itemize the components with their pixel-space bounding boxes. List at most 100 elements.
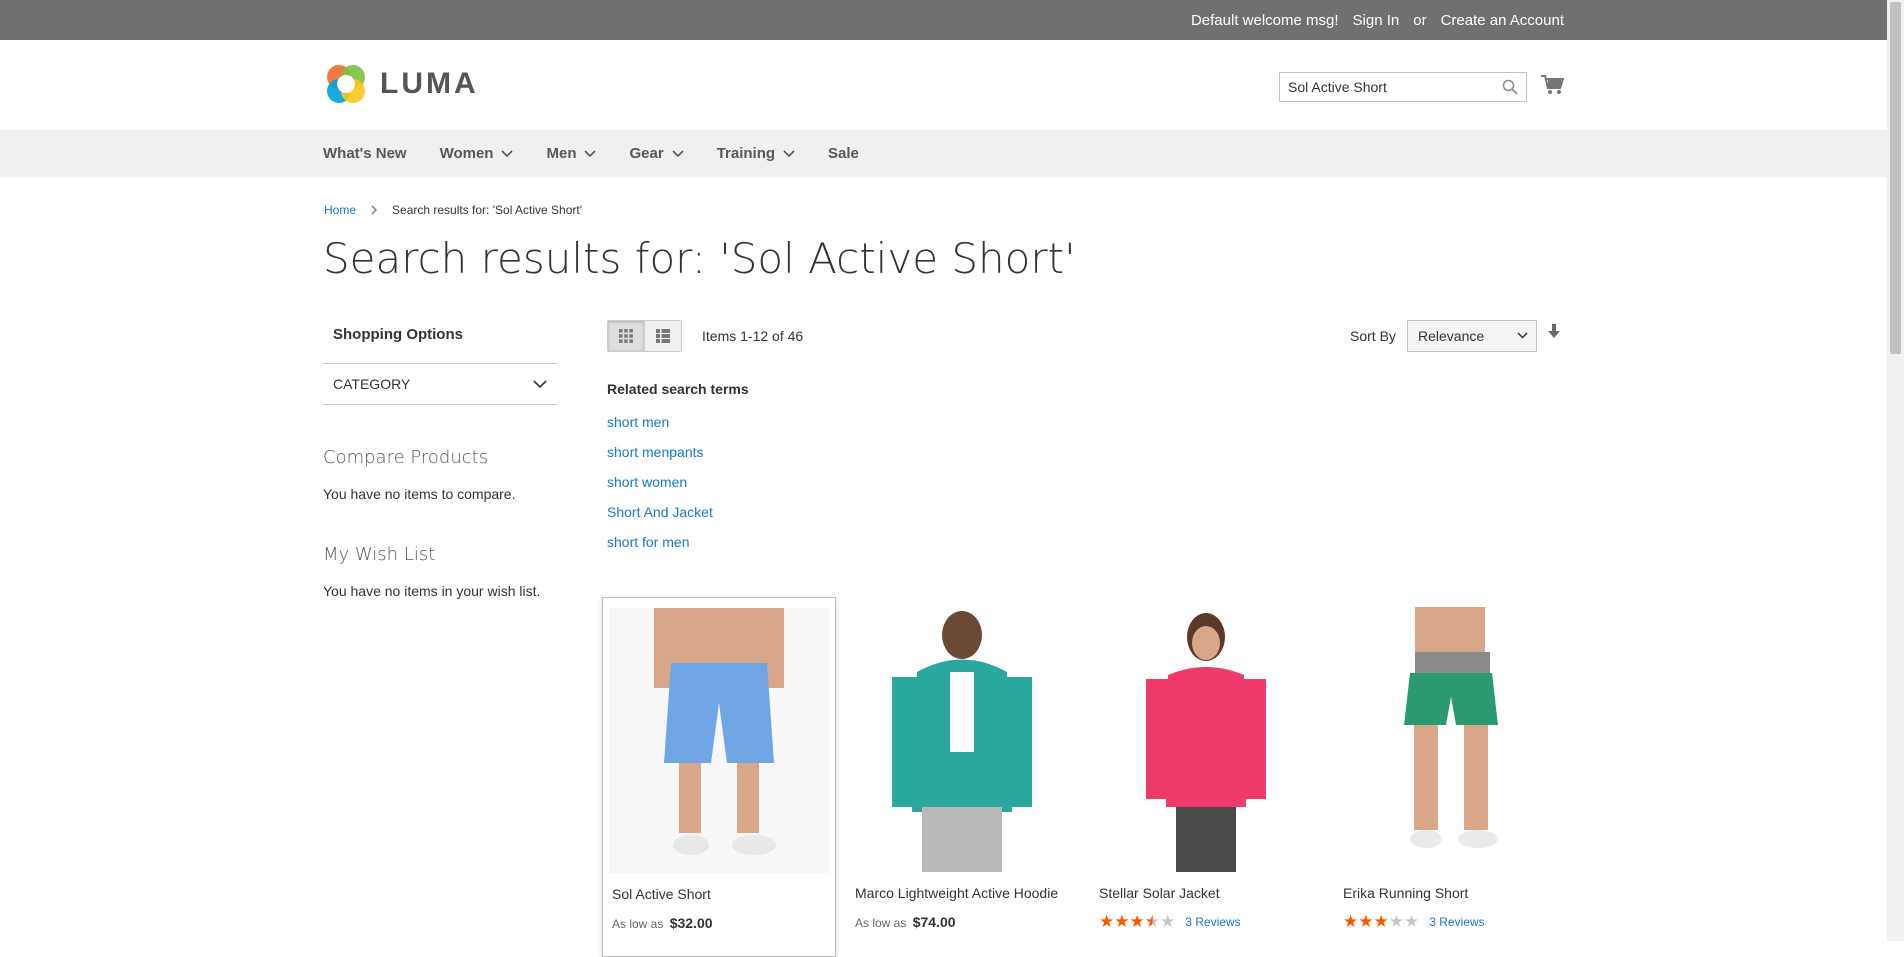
star-icon: ★ [1129,912,1145,931]
product-image[interactable] [609,608,829,873]
chevron-right-icon [371,205,378,215]
create-account-link[interactable]: Create an Account [1441,12,1564,29]
breadcrumb-home-link[interactable]: Home [324,203,356,217]
sign-in-link[interactable]: Sign In [1353,12,1400,29]
product-image[interactable] [1096,607,1316,872]
chevron-down-icon [1517,332,1528,339]
product-image[interactable] [852,607,1072,872]
search-input[interactable]: Sol Active Short [1279,72,1527,102]
chevron-down-icon [533,379,547,388]
product-rating: ★ ★ ★ ★ ★ 3 Reviews [1343,913,1485,930]
price-prefix: As low as [612,917,664,931]
nav-label: Sale [828,145,859,162]
sort-by-label: Sort By [1350,328,1396,344]
nav-label: Men [546,145,577,162]
product-price: As low as $74.00 [855,914,956,930]
nav-label: Training [716,145,776,162]
list-icon [656,329,670,343]
product-item[interactable]: Stellar Solar Jacket ★ ★ ★ ★ ★ 3 Reviews [1090,597,1324,957]
related-search-title: Related search terms [607,381,749,397]
top-header-bar: Default welcome msg! Sign In or Create a… [0,0,1904,40]
logo-text: LUMA [380,67,479,100]
products-toolbar: Items 1-12 of 46 Sort By Relevance [607,320,1564,354]
related-term-link[interactable]: short men [607,407,749,437]
product-name[interactable]: Stellar Solar Jacket [1099,885,1220,901]
view-mode-switcher [607,320,682,352]
star-icon: ★ [1343,912,1359,931]
grid-icon [619,329,633,343]
rating-stars: ★ ★ ★ ★ ★ [1099,913,1175,930]
related-search-terms: Related search terms short men short men… [607,381,749,557]
site-logo[interactable]: LUMA [324,62,479,106]
sort-direction-arrow-icon[interactable] [1547,324,1561,340]
star-icon: ★ [1114,912,1130,931]
shopping-cart-icon[interactable] [1540,74,1564,96]
product-item[interactable]: Marco Lightweight Active Hoodie As low a… [846,597,1080,957]
star-icon: ★ [1373,912,1389,931]
nav-item-men[interactable]: Men [546,145,597,162]
breadcrumb-current: Search results for: 'Sol Active Short' [392,203,583,217]
related-term-link[interactable]: short menpants [607,437,749,467]
grid-view-button[interactable] [608,321,644,351]
breadcrumb: Home Search results for: 'Sol Active Sho… [324,203,582,217]
list-view-button[interactable] [644,321,681,351]
price-value: $32.00 [669,915,713,931]
chevron-down-icon [783,149,795,157]
category-filter[interactable]: CATEGORY [323,363,557,405]
product-rating: ★ ★ ★ ★ ★ 3 Reviews [1099,913,1241,930]
product-image[interactable] [1340,607,1560,872]
product-name[interactable]: Erika Running Short [1343,885,1468,901]
compare-empty-text: You have no items to compare. [323,486,516,502]
nav-label: Women [439,145,494,162]
sidebar: Shopping Options CATEGORY Compare Produc… [323,322,557,599]
nav-item-training[interactable]: Training [717,145,795,162]
star-icon: ★ [1358,912,1374,931]
compare-products-title: Compare Products [323,447,489,468]
star-icon: ★ [1144,912,1160,931]
nav-item-gear[interactable]: Gear [629,145,684,162]
price-prefix: As low as [855,916,907,930]
or-text: or [1413,11,1427,29]
product-price: As low as $32.00 [612,915,713,931]
nav-item-whats-new[interactable]: What's New [323,145,407,162]
sort-by-value: Relevance [1418,328,1485,344]
category-filter-label: CATEGORY [333,376,411,392]
related-term-link[interactable]: short women [607,467,749,497]
shopping-options-title: Shopping Options [333,326,463,343]
nav-item-women[interactable]: Women [440,145,514,162]
sort-by-select[interactable]: Relevance [1407,320,1537,352]
search-input-value[interactable]: Sol Active Short [1288,79,1387,95]
nav-item-sale[interactable]: Sale [828,145,859,162]
page-title: Search results for: 'Sol Active Short' [323,234,1076,283]
wishlist-empty-text: You have no items in your wish list. [323,583,541,599]
wishlist-title: My Wish List [323,544,436,565]
product-item[interactable]: Sol Active Short As low as $32.00 [602,597,836,957]
star-icon: ★ [1099,912,1115,931]
product-grid: Sol Active Short As low as $32.00 Marco … [602,597,1578,957]
rating-stars: ★ ★ ★ ★ ★ [1343,913,1419,930]
welcome-message: Default welcome msg! [1190,11,1339,29]
items-count: Items 1-12 of 46 [702,328,804,344]
site-header: LUMA Sol Active Short [0,40,1904,130]
star-icon: ★ [1160,912,1176,931]
chevron-down-icon [584,149,597,157]
search-icon[interactable] [1502,79,1518,95]
star-icon: ★ [1404,912,1420,931]
luma-logo-icon [327,65,365,103]
nav-label: Gear [629,145,664,162]
reviews-link[interactable]: 3 Reviews [1429,915,1484,929]
product-item[interactable]: Erika Running Short ★ ★ ★ ★ ★ 3 Reviews [1334,597,1568,957]
price-value: $74.00 [912,914,956,930]
page-scrollbar[interactable] [1887,0,1904,941]
product-name[interactable]: Sol Active Short [612,886,711,902]
main-navigation: What's New Women Men Gear Training Sale [0,130,1904,177]
product-name[interactable]: Marco Lightweight Active Hoodie [855,885,1058,901]
scrollbar-thumb[interactable] [1890,2,1901,354]
chevron-down-icon [672,149,684,157]
reviews-link[interactable]: 3 Reviews [1185,915,1240,929]
nav-label: What's New [323,145,407,162]
related-term-link[interactable]: Short And Jacket [607,497,749,527]
chevron-down-icon [501,149,514,157]
star-icon: ★ [1388,912,1404,931]
related-term-link[interactable]: short for men [607,527,749,557]
